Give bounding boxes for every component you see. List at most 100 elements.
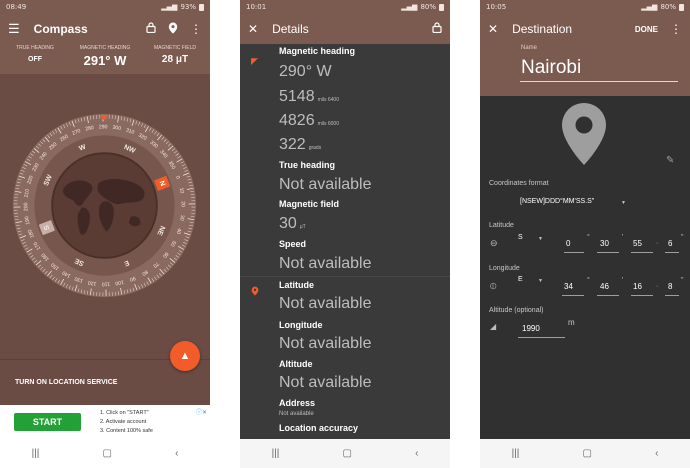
- close-icon[interactable]: ✕: [488, 22, 498, 36]
- magnetic-heading-col: MAGNETIC HEADING 291° W: [70, 44, 140, 74]
- recents-icon[interactable]: |||: [272, 448, 280, 459]
- destination-pin-icon: [560, 102, 608, 171]
- ad-close-icon[interactable]: ⓘ✕: [196, 407, 207, 416]
- longitude-label: Longitude: [279, 320, 323, 330]
- minute-symbol: ': [622, 277, 624, 284]
- field-underline: [665, 252, 679, 253]
- recents-icon[interactable]: |||: [32, 448, 40, 459]
- altitude-input[interactable]: 1990: [522, 324, 540, 333]
- latitude-hemisphere-select[interactable]: S: [518, 234, 523, 241]
- latitude-tenth-input[interactable]: 6: [668, 239, 672, 248]
- recents-icon[interactable]: |||: [512, 448, 520, 459]
- grads-value: 322: [279, 136, 306, 153]
- lock-icon[interactable]: [432, 22, 442, 36]
- dial-degree-label: 200: [23, 202, 29, 211]
- name-label: Name: [521, 45, 538, 51]
- section-divider: [240, 276, 450, 277]
- status-time: 10:01: [246, 3, 267, 11]
- degree-symbol: °: [587, 277, 590, 284]
- magnetic-heading-degrees: 290° W: [279, 63, 332, 80]
- address-value: Not available: [279, 411, 314, 417]
- battery-icon: [199, 3, 204, 11]
- compass-dial[interactable]: 0 10 20 30 40 50 60 70 80 90 100 110 120 130 140 150 160…: [11, 112, 198, 299]
- back-icon[interactable]: ‹: [655, 448, 658, 459]
- longitude-label: Longitude: [489, 265, 520, 272]
- dial-degree-label: 290: [99, 124, 108, 130]
- back-icon[interactable]: ‹: [415, 448, 418, 459]
- field-underline: [518, 337, 565, 338]
- true-heading-label: True heading: [279, 160, 336, 170]
- lock-icon[interactable]: [146, 22, 156, 36]
- latitude-min-input[interactable]: 30: [600, 239, 609, 248]
- magnetic-heading-label: Magnetic heading: [279, 46, 356, 56]
- page-title: Compass: [33, 22, 88, 36]
- ad-line: 3. Content 100% safe: [100, 428, 153, 434]
- done-button[interactable]: DONE: [635, 25, 658, 34]
- status-bar: 10:05 ▂▄▆ 80%: [480, 0, 690, 14]
- back-icon[interactable]: ‹: [175, 448, 178, 459]
- battery-text: 80%: [420, 3, 436, 11]
- battery-text: 93%: [180, 3, 196, 11]
- longitude-hemisphere-select[interactable]: E: [518, 276, 523, 283]
- coordinates-format-label: Coordinates format: [489, 180, 549, 187]
- magnetic-heading-value: 291° W: [83, 53, 127, 68]
- magnetic-field-number: 30: [279, 215, 297, 232]
- map-pin-icon[interactable]: [168, 22, 178, 37]
- altitude-unit: m: [568, 318, 575, 327]
- status-bar: 08:49 ▂▄▆ 93%: [0, 0, 210, 14]
- battery-text: 80%: [660, 3, 676, 11]
- close-icon[interactable]: ✕: [248, 22, 258, 36]
- mils-6400-unit: mils 6400: [317, 97, 339, 103]
- ad-banner[interactable]: START 1. Click on "START" 2. Activate ac…: [0, 405, 210, 439]
- chevron-down-icon[interactable]: ▼: [538, 278, 543, 284]
- ad-start-button[interactable]: START: [14, 413, 81, 431]
- magnetic-field-unit: μT: [299, 224, 306, 230]
- true-heading-col: TRUE HEADING OFF: [0, 44, 70, 74]
- chevron-down-icon[interactable]: ▼: [621, 200, 626, 206]
- home-icon[interactable]: ▢: [342, 448, 351, 459]
- page-title: Details: [272, 22, 309, 36]
- heading-indicator-icon: [100, 115, 108, 121]
- ad-line: 2. Activate account: [100, 419, 147, 425]
- dial-degree-label: 110: [102, 281, 110, 287]
- altitude-label: Altitude: [279, 359, 313, 369]
- true-heading-value: Not available: [279, 176, 372, 193]
- details-screen: 10:01 ▂▄▆ 80% ✕ Details ◤ Magnetic headin…: [240, 0, 450, 468]
- magnetic-heading-mils-6000: 4826 mils 6000: [279, 112, 339, 130]
- latitude-label: Latitude: [279, 280, 314, 290]
- page-title: Destination: [512, 22, 573, 36]
- location-accuracy-label: Location accuracy: [279, 423, 359, 433]
- edit-pencil-icon[interactable]: ✎: [666, 155, 674, 166]
- heading-arrow-icon: ◤: [251, 56, 258, 66]
- dial-degree-label: 30: [178, 214, 185, 221]
- field-underline: [597, 252, 619, 253]
- mils-6000-unit: mils 6000: [317, 121, 339, 127]
- coordinates-format-select[interactable]: [NSEW]DDD°MM'SS.S": [520, 198, 594, 205]
- toolbar: ☰ Compass ⋮: [0, 14, 210, 44]
- more-vert-icon[interactable]: ⋮: [190, 22, 202, 36]
- home-icon[interactable]: ▢: [582, 448, 591, 459]
- magnetic-field-label: MAGNETIC FIELD: [154, 45, 196, 51]
- navigate-fab-button[interactable]: ▲: [170, 341, 200, 371]
- home-icon[interactable]: ▢: [102, 448, 111, 459]
- status-time: 08:49: [6, 3, 27, 11]
- longitude-tenth-input[interactable]: 8: [668, 282, 672, 291]
- longitude-deg-input[interactable]: 34: [564, 282, 573, 291]
- menu-icon[interactable]: ☰: [8, 21, 20, 37]
- chevron-down-icon[interactable]: ▼: [538, 236, 543, 242]
- decimal-separator: ·: [656, 240, 659, 247]
- system-nav-bar: ||| ▢ ‹: [0, 439, 210, 468]
- battery-icon: [439, 3, 444, 11]
- longitude-min-input[interactable]: 46: [600, 282, 609, 291]
- longitude-sec-input[interactable]: 16: [633, 282, 642, 291]
- location-service-text[interactable]: TURN ON LOCATION SERVICE: [15, 379, 117, 386]
- latitude-sec-input[interactable]: 55: [633, 239, 642, 248]
- grads-unit: grads: [308, 145, 322, 151]
- minute-symbol: ': [622, 234, 624, 241]
- more-vert-icon[interactable]: ⋮: [670, 22, 682, 36]
- latitude-deg-input[interactable]: 0: [566, 239, 570, 248]
- longitude-globe-icon: ⦶: [490, 281, 497, 291]
- field-underline: [562, 295, 584, 296]
- status-time: 10:05: [486, 3, 507, 11]
- name-input[interactable]: Nairobi: [521, 57, 581, 79]
